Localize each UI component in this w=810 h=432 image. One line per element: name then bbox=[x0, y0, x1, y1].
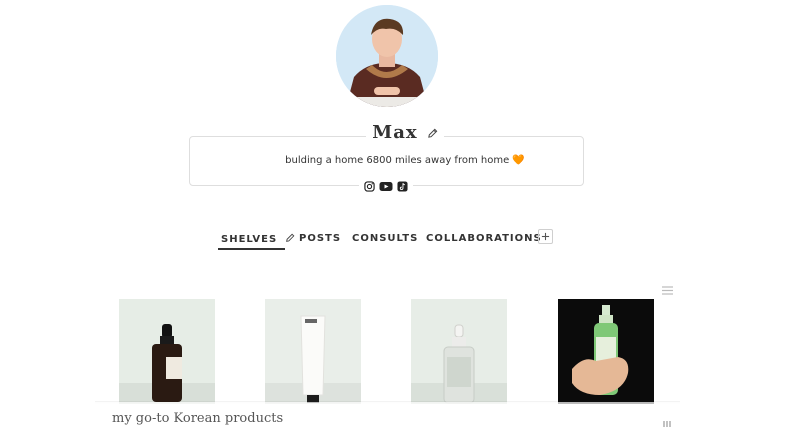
profile-bio: bulding a home 6800 miles away from home… bbox=[285, 155, 525, 166]
youtube-icon[interactable] bbox=[379, 181, 393, 192]
product-card-white-tube[interactable] bbox=[265, 299, 361, 404]
product-card-green-spray[interactable] bbox=[558, 299, 654, 404]
serum-dropper-image bbox=[119, 324, 215, 404]
clear-serum-image bbox=[411, 324, 507, 404]
active-tab-underline bbox=[218, 248, 285, 250]
white-tube-image bbox=[265, 315, 361, 404]
add-tab-button[interactable] bbox=[538, 229, 553, 244]
product-card-serum-dropper[interactable] bbox=[119, 299, 215, 404]
social-links bbox=[359, 179, 413, 193]
profile-name-row: Max bbox=[0, 122, 810, 143]
tab-shelves[interactable]: SHELVES bbox=[221, 233, 295, 246]
plus-icon bbox=[541, 232, 550, 241]
product-card-clear-serum[interactable] bbox=[411, 299, 507, 404]
shelf-title[interactable]: my go-to Korean products bbox=[112, 411, 283, 426]
avatar-photo bbox=[336, 5, 438, 107]
tab-consults[interactable]: CONSULTS bbox=[352, 233, 418, 244]
tab-collaborations[interactable]: COLLABORATIONS bbox=[426, 233, 542, 244]
profile-avatar bbox=[336, 5, 438, 107]
profile-name-wrap: Max bbox=[366, 122, 444, 143]
profile-name: Max bbox=[372, 122, 418, 143]
reorder-menu-icon[interactable] bbox=[662, 280, 673, 299]
edit-tabs-icon[interactable] bbox=[285, 233, 295, 246]
profile-tabs: SHELVES POSTS CONSULTS COLLABORATIONS bbox=[0, 230, 810, 254]
green-spray-image bbox=[558, 299, 654, 404]
tab-shelves-label: SHELVES bbox=[221, 234, 278, 245]
tiktok-icon[interactable] bbox=[397, 180, 408, 192]
instagram-icon[interactable] bbox=[364, 180, 375, 192]
shelf-menu-icon[interactable] bbox=[662, 413, 672, 432]
tab-posts[interactable]: POSTS bbox=[299, 233, 341, 244]
edit-name-icon[interactable] bbox=[427, 124, 438, 143]
